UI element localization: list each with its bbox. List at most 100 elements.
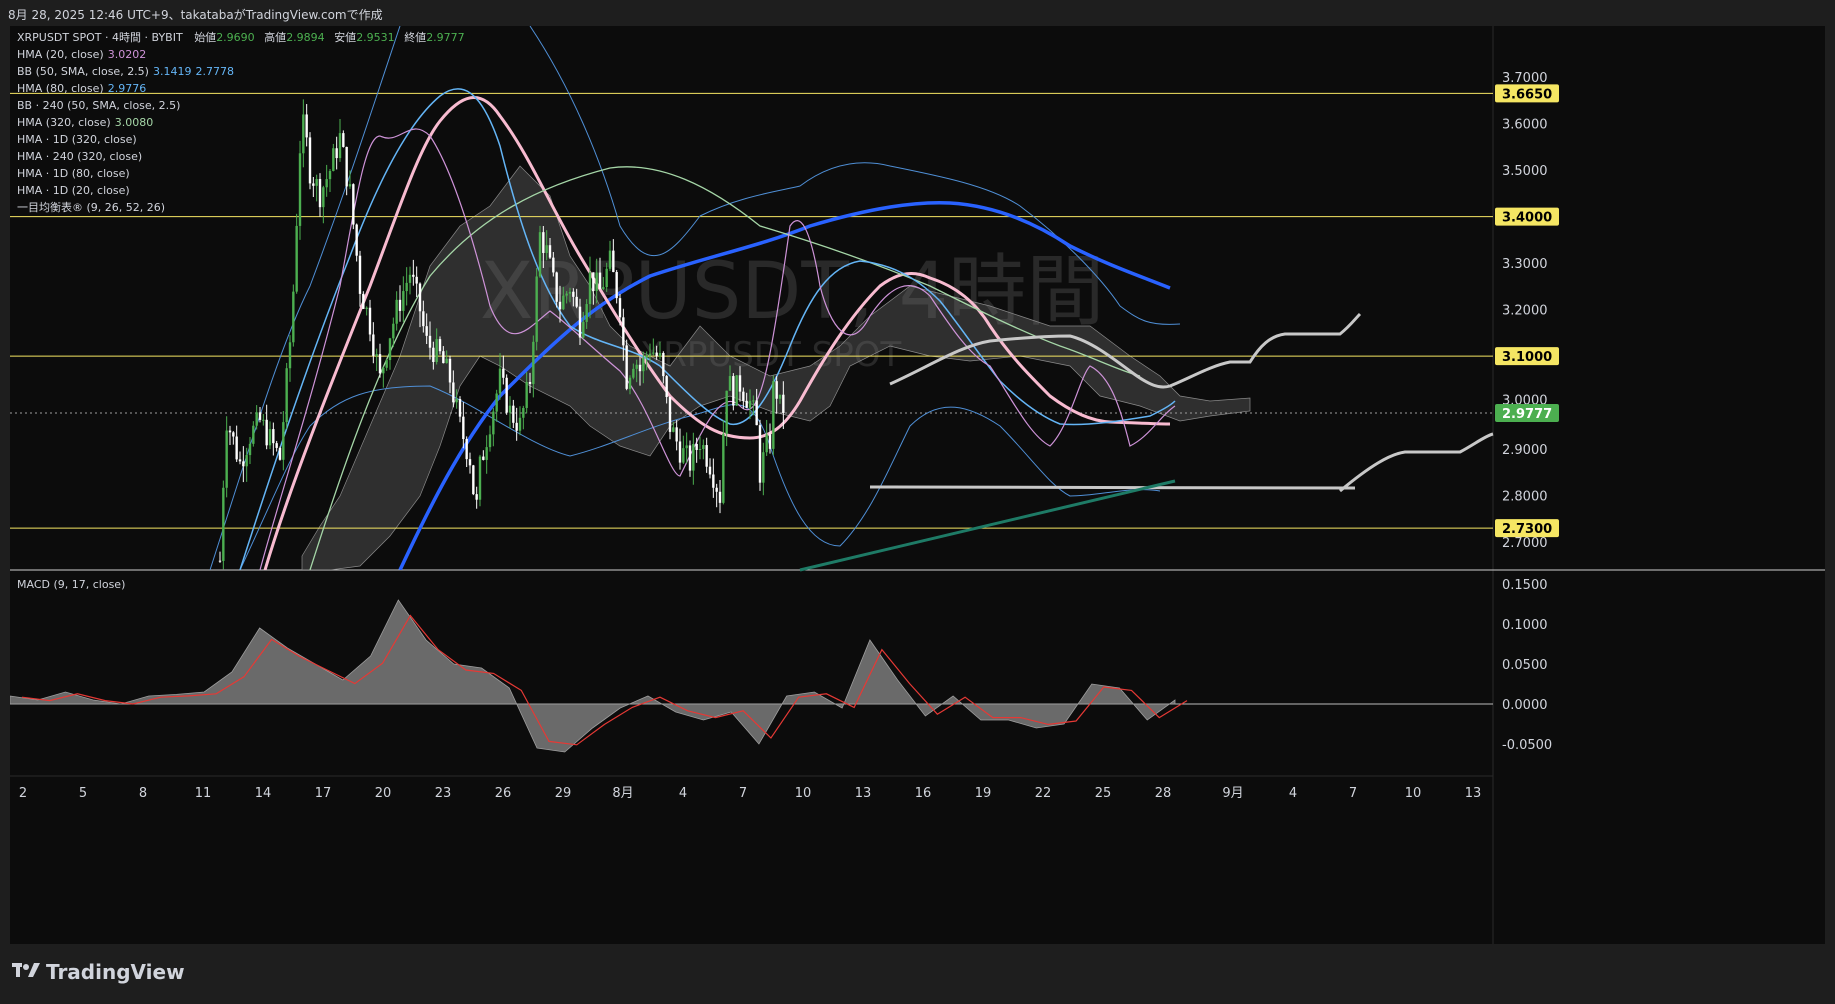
candle-body [628, 377, 632, 389]
time-tick-label: 10 [1405, 786, 1422, 801]
candle-body [778, 394, 782, 399]
legend-open: 2.9690 [216, 31, 255, 44]
price-tick-label: 3.5000 [1502, 164, 1548, 179]
chart-frame[interactable]: XRPUSDT, 4時間 XRPUSDT SPOT 3.7000 3.6000 … [10, 26, 1825, 944]
candle-body [442, 351, 445, 364]
candle-body [292, 291, 295, 343]
candle-body [558, 301, 562, 310]
candle-body [228, 430, 232, 433]
candle-body [222, 487, 225, 561]
candle-body [385, 360, 388, 368]
candle-body [522, 407, 525, 418]
time-tick-label: 19 [975, 786, 992, 801]
candle-body [772, 381, 775, 449]
candle-body [562, 295, 565, 310]
candle-body [422, 311, 425, 327]
candle-body [512, 405, 515, 423]
candle-body [708, 466, 712, 475]
time-tick-label: 8 [139, 786, 147, 801]
candle-body [415, 276, 418, 284]
candle-body [702, 445, 705, 450]
price-tick-label: 2.9000 [1502, 443, 1548, 458]
time-tick-label: 14 [255, 786, 272, 801]
candle-body [535, 276, 538, 342]
legend-high: 2.9894 [286, 31, 325, 44]
candle-body [658, 352, 662, 357]
candle-body [482, 456, 485, 460]
candle-body [565, 293, 568, 296]
candle-body [462, 416, 465, 440]
candle-body [272, 429, 275, 444]
candle-body [752, 400, 755, 402]
hma-1d-80-extension [1339, 432, 1494, 493]
candle-body [638, 364, 642, 372]
macd-histogram-area [10, 599, 1176, 753]
candle-body [255, 412, 258, 426]
macd-tick-label: 0.0500 [1502, 658, 1548, 673]
legend-row-label: HMA (80, close) [17, 82, 104, 95]
macd-tick-label: 0.0000 [1502, 698, 1548, 713]
candle-body [632, 368, 635, 378]
legend-row: HMA (20, close) 3.0202 [17, 46, 465, 63]
hma-1d-320-green-line [799, 479, 1176, 572]
candle-body [738, 375, 742, 392]
candle-body [602, 287, 605, 290]
candle-body [358, 255, 362, 294]
candle-body [355, 224, 358, 256]
candle-body [508, 405, 512, 413]
candle-body [515, 422, 518, 431]
macd-pane [10, 599, 1493, 753]
indicator-legend: XRPUSDT SPOT · 4時間 · BYBIT 始値2.9690 高値2.… [17, 29, 465, 216]
time-tick-label: 7 [1349, 786, 1357, 801]
candle-body [542, 232, 545, 253]
candle-body [692, 443, 695, 471]
candle-body [448, 358, 452, 383]
time-tick-label: 28 [1155, 786, 1172, 801]
candle-body [682, 448, 685, 463]
candle-body [375, 354, 378, 356]
candle-body [398, 299, 402, 311]
macd-legend: MACD (9, 17, close) [17, 576, 125, 593]
candle-body [625, 345, 628, 389]
candle-body [278, 447, 282, 460]
time-tick-label: 5 [79, 786, 87, 801]
candle-body [675, 427, 678, 442]
candle-body [598, 272, 602, 290]
candle-body [698, 449, 702, 451]
candle-body [762, 452, 765, 483]
candle-body [392, 323, 395, 339]
candle-body [505, 377, 508, 413]
tradingview-logo[interactable]: TradingView [12, 960, 185, 984]
candle-body [618, 298, 622, 318]
candle-body [425, 326, 428, 336]
candle-body [712, 474, 715, 488]
candle-body [518, 417, 522, 431]
candle-body [468, 459, 472, 466]
legend-row: HMA (320, close) 3.0080 [17, 114, 465, 131]
candle-body [728, 376, 732, 391]
candle-body [408, 274, 412, 283]
candle-body [498, 368, 502, 394]
legend-low: 2.9531 [356, 31, 395, 44]
candle-body [428, 335, 432, 348]
legend-row-label: HMA · 1D (320, close) [17, 133, 137, 146]
candle-body [432, 347, 435, 362]
candle-body [258, 412, 262, 420]
candle-body [705, 445, 708, 467]
legend-close: 2.9777 [426, 31, 465, 44]
candle-body [622, 317, 625, 346]
candle-body [262, 419, 265, 421]
level-price-tag: 3.6650 [1502, 87, 1552, 102]
legend-row: HMA · 1D (80, close) [17, 165, 465, 182]
candle-body [748, 400, 752, 408]
candle-body [592, 272, 595, 292]
candle-body [718, 491, 722, 503]
candle-body [645, 355, 648, 358]
candle-body [545, 245, 548, 253]
level-price-tag: 3.1000 [1502, 350, 1552, 365]
candle-body [488, 434, 492, 448]
candle-body [605, 268, 608, 288]
legend-symbol: XRPUSDT SPOT · 4時間 · BYBIT [17, 31, 183, 44]
time-tick-label: 25 [1095, 786, 1112, 801]
header-bar: 8月 28, 2025 12:46 UTC+9、takatabaがTrading… [0, 0, 1835, 26]
